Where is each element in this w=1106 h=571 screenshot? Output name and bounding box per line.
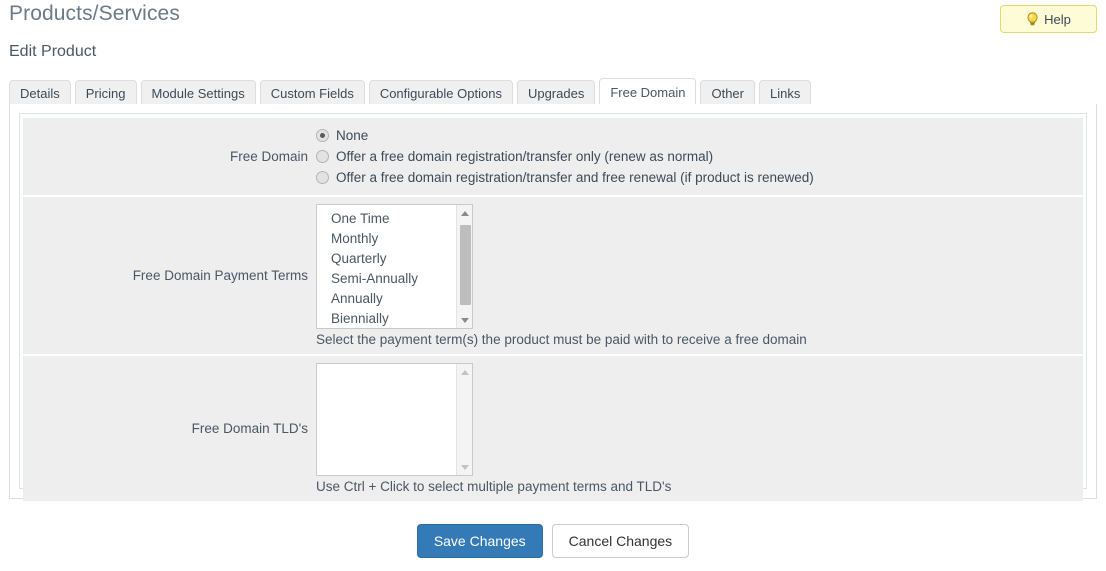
payment-terms-option[interactable]: Quarterly <box>317 249 472 269</box>
tab-other[interactable]: Other <box>700 80 755 105</box>
payment-terms-option[interactable]: Monthly <box>317 229 472 249</box>
tab-custom-fields[interactable]: Custom Fields <box>259 80 365 105</box>
radio-label-reg-transfer-renewal: Offer a free domain registration/transfe… <box>336 170 814 185</box>
radio-icon-none[interactable] <box>316 129 329 142</box>
save-changes-button[interactable]: Save Changes <box>416 524 543 558</box>
label-free-domain: Free Domain <box>229 149 308 164</box>
payment-terms-option[interactable]: Annually <box>317 289 472 309</box>
form-row-free-domain: Free Domain None Offer a free domain reg… <box>23 118 1083 197</box>
tab-bar: Details Pricing Module Settings Custom F… <box>9 78 1097 105</box>
tab-upgrades[interactable]: Upgrades <box>516 80 596 105</box>
scroll-up-icon[interactable] <box>457 205 473 221</box>
help-text-tlds: Use Ctrl + Click to select multiple paym… <box>316 479 672 494</box>
label-payment-terms: Free Domain Payment Terms <box>132 268 308 283</box>
page-title: Products/Services <box>9 2 180 25</box>
tab-pricing[interactable]: Pricing <box>74 80 137 105</box>
field-free-domain: None Offer a free domain registration/tr… <box>316 118 1083 195</box>
section-title: Edit Product <box>9 43 97 60</box>
payment-terms-listbox[interactable]: One Time Monthly Quarterly Semi-Annually… <box>316 204 473 329</box>
label-tlds: Free Domain TLD's <box>191 421 308 436</box>
tab-free-domain[interactable]: Free Domain <box>599 78 697 105</box>
payment-terms-option[interactable]: Biennially <box>317 309 472 328</box>
payment-terms-options: One Time Monthly Quarterly Semi-Annually… <box>317 205 472 328</box>
cancel-changes-button[interactable]: Cancel Changes <box>551 524 690 558</box>
help-button-label: Help <box>1044 11 1071 27</box>
form-row-payment-terms: Free Domain Payment Terms One Time Month… <box>23 197 1083 356</box>
lightbulb-icon <box>1026 12 1039 26</box>
payment-terms-option[interactable]: One Time <box>317 209 472 229</box>
payment-terms-option[interactable]: Semi-Annually <box>317 269 472 289</box>
scrollbar-track[interactable] <box>457 221 473 312</box>
tlds-listbox[interactable] <box>316 363 473 476</box>
tab-details[interactable]: Details <box>9 80 71 105</box>
help-text-payment-terms: Select the payment term(s) the product m… <box>316 332 807 347</box>
help-button[interactable]: Help <box>1000 5 1097 33</box>
tab-configurable-options[interactable]: Configurable Options <box>368 80 513 105</box>
radio-icon-reg-transfer-renewal[interactable] <box>316 171 329 184</box>
scroll-down-icon[interactable] <box>457 312 473 328</box>
tab-links[interactable]: Links <box>758 80 812 105</box>
scrollbar-track[interactable] <box>457 380 473 459</box>
field-tlds: Use Ctrl + Click to select multiple paym… <box>316 356 1083 501</box>
form-row-tlds: Free Domain TLD's Use Ctrl + Click to se… <box>23 356 1083 501</box>
scroll-up-icon[interactable] <box>457 364 473 380</box>
radio-label-none: None <box>336 128 369 143</box>
radio-option-reg-transfer-renewal[interactable]: Offer a free domain registration/transfe… <box>316 167 1083 188</box>
scrollbar-thumb[interactable] <box>459 225 471 305</box>
tab-panel-free-domain: Free Domain None Offer a free domain reg… <box>9 104 1097 501</box>
form-actions: Save Changes Cancel Changes <box>0 524 1106 558</box>
tlds-scrollbar[interactable] <box>456 364 472 475</box>
scroll-down-icon[interactable] <box>457 459 473 475</box>
field-payment-terms: One Time Monthly Quarterly Semi-Annually… <box>316 197 1083 354</box>
page-root: Products/Services Help Edit Product Deta… <box>0 0 1106 571</box>
tab-module-settings[interactable]: Module Settings <box>140 80 256 105</box>
radio-option-reg-transfer-only[interactable]: Offer a free domain registration/transfe… <box>316 146 1083 167</box>
radio-label-reg-transfer-only: Offer a free domain registration/transfe… <box>336 149 714 164</box>
tlds-options <box>317 364 472 368</box>
form-fieldset: Free Domain None Offer a free domain reg… <box>19 113 1087 501</box>
radio-option-none[interactable]: None <box>316 125 1083 146</box>
radio-icon-reg-transfer-only[interactable] <box>316 150 329 163</box>
payment-terms-scrollbar[interactable] <box>456 205 472 328</box>
